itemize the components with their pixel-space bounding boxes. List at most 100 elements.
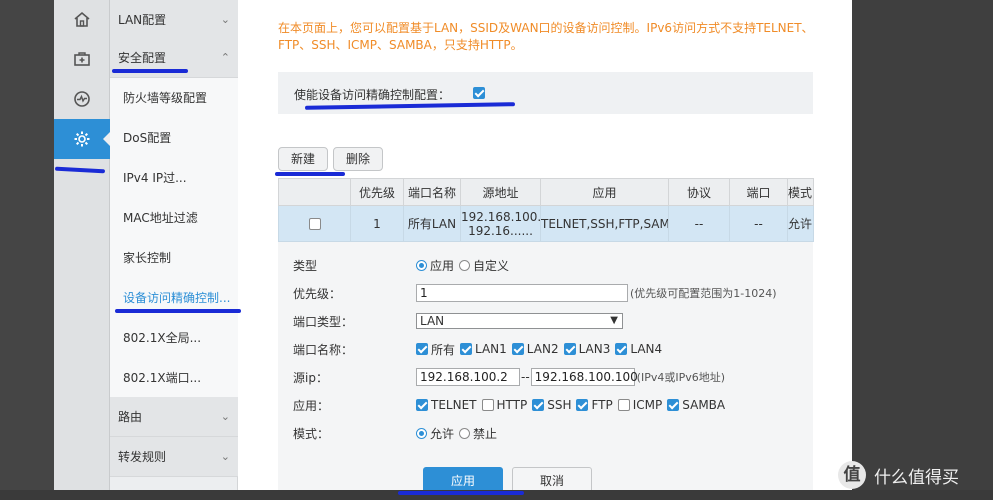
column-header: 协议 (668, 178, 730, 206)
app-http-checkbox[interactable]: HTTP (481, 398, 528, 412)
priority-input[interactable]: 1 (416, 284, 628, 302)
option-label: 自定义 (473, 258, 510, 273)
side-menu: LAN配置 ⌄ 安全配置 ⌃ 防火墙等级配置 DoS配置 IPv4 IP过...… (110, 0, 238, 490)
rule-form: 类型 应用 自定义 优先级： 1 (优先级可配置范围为1-1024) 端口类型：… (278, 242, 813, 490)
checkbox[interactable] (615, 343, 628, 355)
menu-label: MAC地址过滤 (123, 211, 198, 225)
menu-mac-filter[interactable]: MAC地址过滤 (110, 198, 238, 238)
row-checkbox[interactable] (308, 218, 321, 230)
menu-label: 802.1X全局... (123, 331, 202, 345)
mode-allow-radio[interactable]: 允许 (416, 425, 454, 442)
chevron-down-icon: ▼ (610, 315, 618, 326)
sidebar-settings[interactable] (54, 119, 111, 159)
menu-parental-control[interactable]: 家长控制 (110, 238, 238, 278)
cell-mode: 允许 (787, 205, 814, 242)
menu-label: DoS配置 (123, 131, 172, 145)
sidebar-home[interactable] (54, 0, 110, 40)
menu-label: 转发规则 (118, 450, 167, 464)
option-label: TELNET (431, 398, 477, 412)
app-icmp-checkbox[interactable]: ICMP (617, 398, 662, 412)
menu-8021x-port[interactable]: 802.1X端口... (110, 358, 238, 398)
checkbox[interactable] (617, 399, 630, 411)
icon-sidebar (54, 0, 111, 490)
menu-forwarding[interactable]: 转发规则 ⌄ (110, 437, 238, 477)
menu-lan-config[interactable]: LAN配置 ⌄ (110, 0, 238, 40)
menu-8021x-global[interactable]: 802.1X全局... (110, 318, 238, 358)
annotation-underline (275, 172, 345, 176)
menu-ipv4-filter[interactable]: IPv4 IP过... (110, 158, 238, 198)
pulse-icon (74, 91, 90, 107)
medical-kit-icon (74, 52, 90, 66)
application-label: 应用： (293, 399, 330, 413)
table-row[interactable]: 1 所有LAN 192.168.100.2-192.16...... TELNE… (278, 205, 814, 242)
annotation-underline (112, 69, 188, 73)
new-button[interactable]: 新建 (278, 147, 329, 171)
checkbox[interactable] (460, 343, 473, 355)
app-ssh-checkbox[interactable]: SSH (532, 398, 571, 412)
row-priority: 优先级： 1 (优先级可配置范围为1-1024) (278, 282, 813, 304)
checkbox[interactable] (416, 399, 428, 411)
checkbox[interactable] (416, 343, 428, 355)
menu-dos[interactable]: DoS配置 (110, 118, 238, 158)
port-type-select[interactable]: LAN ▼ (416, 313, 623, 329)
radio-button[interactable] (459, 427, 471, 439)
type-app-radio[interactable]: 应用 (416, 257, 454, 274)
app-samba-checkbox[interactable]: SAMBA (667, 398, 725, 412)
checkbox[interactable] (481, 399, 494, 411)
port-lan3-checkbox[interactable]: LAN3 (563, 342, 611, 356)
app-telnet-checkbox[interactable]: TELNET (416, 398, 477, 412)
option-label: 禁止 (473, 426, 498, 441)
mode-deny-radio[interactable]: 禁止 (459, 425, 497, 442)
enable-checkbox[interactable] (473, 87, 485, 99)
type-label: 类型 (293, 259, 318, 273)
menu-label: 802.1X端口... (123, 371, 202, 385)
checkbox[interactable] (511, 343, 524, 355)
checkbox[interactable] (563, 343, 576, 355)
menu-routing[interactable]: 路由 ⌄ (110, 397, 238, 437)
port-lan2-checkbox[interactable]: LAN2 (511, 342, 559, 356)
type-custom-radio[interactable]: 自定义 (459, 257, 509, 274)
source-ip-end-input[interactable]: 192.168.100.100 (530, 368, 638, 386)
option-label: SSH (547, 398, 572, 412)
enable-label: 使能设备访问精确控制配置： (294, 88, 451, 102)
watermark: 值 什么值得买 (838, 461, 959, 489)
checkbox[interactable] (576, 399, 589, 411)
watermark-logo: 值 (838, 461, 866, 489)
menu-label: 家长控制 (123, 251, 172, 265)
mode-label: 模式： (293, 427, 330, 441)
column-header: 模式 (787, 178, 814, 206)
option-label: HTTP (496, 398, 528, 412)
source-ip-start-input[interactable]: 192.168.100.2 (416, 368, 520, 386)
radio-button[interactable] (459, 259, 471, 271)
row-source-ip: 源ip： 192.168.100.2 -- 192.168.100.100 (I… (278, 366, 813, 388)
port-lan4-checkbox[interactable]: LAN4 (615, 342, 662, 356)
cell-apps: TELNET,SSH,FTP,SAMBA (540, 205, 669, 242)
annotation-underline (398, 491, 524, 495)
port-lan1-checkbox[interactable]: LAN1 (460, 342, 507, 356)
checkbox[interactable] (667, 399, 680, 411)
sidebar-status[interactable] (54, 79, 110, 119)
app-ftp-checkbox[interactable]: FTP (576, 398, 613, 412)
cell-priority: 1 (350, 205, 404, 242)
radio-button[interactable] (416, 427, 427, 439)
column-header: 源地址 (460, 178, 541, 206)
menu-firewall-level[interactable]: 防火墙等级配置 (110, 78, 238, 118)
main-content: 在本页面上，您可以配置基于LAN，SSID及WAN口的设备访问控制。IPv6访问… (238, 0, 852, 495)
delete-button[interactable]: 删除 (333, 147, 384, 171)
cell-source: 192.168.100.2-192.16...... (460, 205, 541, 242)
menu-label: 设备访问精确控制... (123, 291, 231, 305)
option-label: 所有 (431, 342, 456, 357)
notice-text: 在本页面上，您可以配置基于LAN，SSID及WAN口的设备访问控制。IPv6访问… (278, 21, 814, 52)
port-all-checkbox[interactable]: 所有 (416, 341, 455, 358)
option-label: LAN4 (630, 342, 663, 356)
option-label: LAN3 (578, 342, 611, 356)
radio-button[interactable] (416, 259, 427, 271)
row-select-cell (278, 205, 351, 242)
port-type-label: 端口类型： (293, 315, 354, 329)
checkbox[interactable] (532, 399, 545, 411)
sidebar-tools[interactable] (54, 39, 110, 79)
row-port-name: 端口名称： 所有 LAN1 LAN2 LAN3 LAN4 (278, 338, 813, 360)
column-header: 端口 (729, 178, 788, 206)
row-type: 类型 应用 自定义 (278, 254, 813, 276)
chevron-down-icon: ⌄ (220, 410, 230, 423)
